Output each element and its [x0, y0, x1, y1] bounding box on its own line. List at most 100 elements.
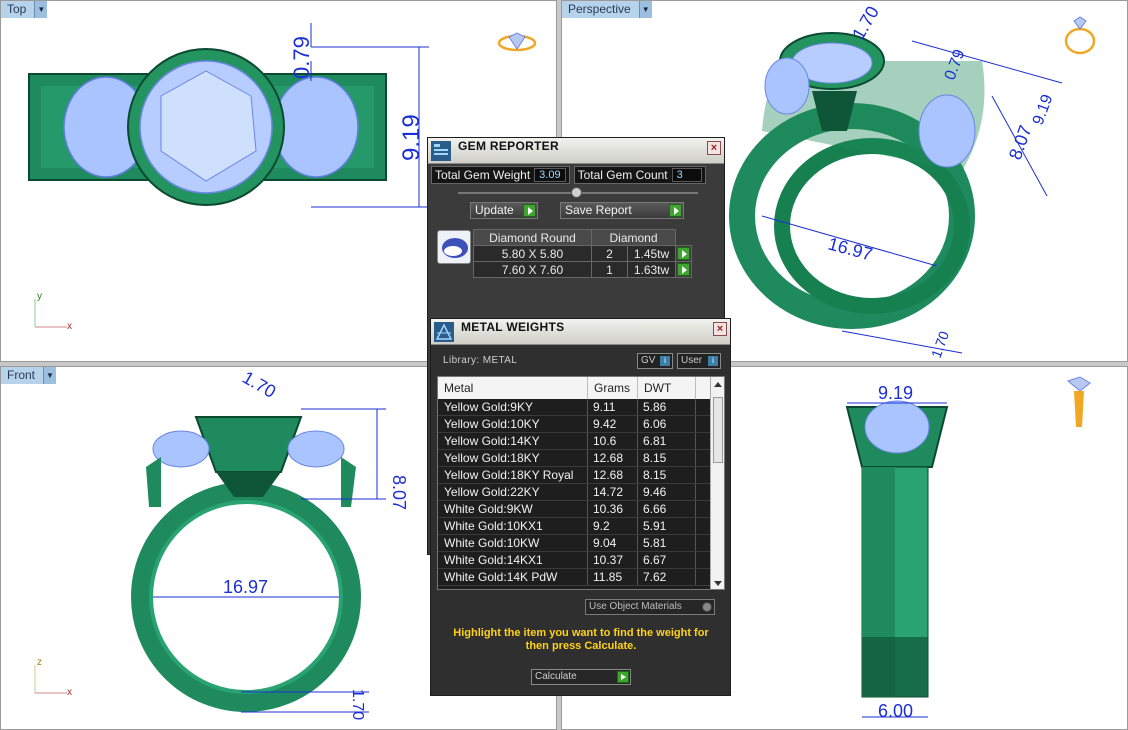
select-gem-button[interactable]: [675, 261, 692, 278]
use-object-materials-toggle[interactable]: Use Object Materials: [585, 599, 715, 615]
table-row[interactable]: Yellow Gold:14KY 10.6 6.81: [438, 433, 724, 450]
metal-list-scrollbar[interactable]: [710, 377, 724, 589]
metal-row-grams: 10.36: [588, 501, 638, 517]
metal-row-metal: White Gold:14K PdW: [438, 569, 588, 585]
play-arrow-icon: [677, 263, 690, 276]
metal-row-metal: Yellow Gold:14KY: [438, 433, 588, 449]
metal-weights-titlebar[interactable]: METAL WEIGHTS ×: [431, 319, 730, 345]
metal-row-grams: 9.04: [588, 535, 638, 551]
app-window: 0.79 9.19 y x Top ▼ 1.70 0.79 9.19 8.07 …: [0, 0, 1128, 730]
scroll-up-icon[interactable]: [714, 382, 722, 387]
total-gem-weight-label: Total Gem Weight: [435, 168, 531, 182]
metal-row-dwt: 6.67: [638, 552, 696, 568]
gem-reporter-titlebar[interactable]: GEM REPORTER ×: [428, 138, 724, 164]
user-toggle[interactable]: User i: [677, 353, 721, 369]
metal-row-grams: 14.72: [588, 484, 638, 500]
close-icon[interactable]: ×: [713, 322, 727, 336]
metal-row-metal: White Gold:10KX1: [438, 518, 588, 534]
play-arrow-icon: [523, 204, 536, 217]
info-icon: i: [660, 356, 670, 366]
info-icon: i: [708, 356, 718, 366]
metal-row-dwt: 6.81: [638, 433, 696, 449]
viewport-perspective-label: Perspective: [562, 1, 640, 18]
table-row[interactable]: Yellow Gold:18KY 12.68 8.15: [438, 450, 724, 467]
metal-row-metal: Yellow Gold:18KY: [438, 450, 588, 466]
top-dim-1: 9.19: [398, 114, 425, 161]
viewport-tab-front[interactable]: Front ▼: [1, 367, 57, 384]
persp-dim-5: 1.70: [928, 329, 952, 360]
total-gem-count: Total Gem Count 3: [573, 166, 706, 184]
metal-row-dwt: 6.66: [638, 501, 696, 517]
total-gem-weight: Total Gem Weight 3.09: [431, 166, 570, 184]
gem-weight: 1.45tw: [627, 245, 676, 262]
total-gem-count-label: Total Gem Count: [577, 168, 668, 182]
total-gem-weight-value: 3.09: [534, 168, 566, 182]
calculate-button[interactable]: Calculate: [531, 669, 631, 685]
gem-size: 7.60 X 7.60: [473, 261, 592, 278]
scroll-down-icon[interactable]: [714, 581, 722, 586]
metal-row-metal: Yellow Gold:18KY Royal: [438, 467, 588, 483]
grams-column-header[interactable]: Grams: [588, 377, 638, 399]
table-row[interactable]: White Gold:9KW 10.36 6.66: [438, 501, 724, 518]
dwt-column-header[interactable]: DWT: [638, 377, 696, 399]
chevron-down-icon[interactable]: ▼: [35, 1, 48, 18]
play-arrow-icon: [677, 247, 690, 260]
metal-weights-title: METAL WEIGHTS: [461, 320, 565, 334]
persp-dim-4: 16.97: [826, 234, 875, 265]
front-dim-0: 1.70: [239, 367, 279, 402]
table-row[interactable]: White Gold:10KX1 9.2 5.91: [438, 518, 724, 535]
chevron-down-icon[interactable]: ▼: [44, 367, 57, 384]
right-dim-1: 6.00: [878, 701, 913, 721]
save-report-button-label: Save Report: [565, 203, 632, 217]
metal-column-header[interactable]: Metal: [438, 377, 588, 399]
axis-x-label: x: [67, 321, 72, 332]
table-row[interactable]: 5.80 X 5.80 2 1.45tw: [473, 245, 692, 262]
metal-row-dwt: 5.81: [638, 535, 696, 551]
scrollbar-thumb[interactable]: [713, 397, 723, 463]
metal-row-dwt: 8.15: [638, 450, 696, 466]
viewport-tab-top[interactable]: Top ▼: [1, 1, 48, 18]
axis-x-label: x: [67, 687, 72, 698]
metal-row-metal: White Gold:14KX1: [438, 552, 588, 568]
top-view-ring-icon: [497, 32, 537, 52]
table-row[interactable]: White Gold:14K PdW 11.85 7.62: [438, 569, 724, 586]
metal-weights-list[interactable]: Metal Grams DWT Yellow Gold:9KY 9.11 5.86 Y…: [437, 376, 725, 590]
gem-size: 5.80 X 5.80: [473, 245, 592, 262]
persp-dim-0: 1.70: [848, 3, 883, 43]
metal-row-grams: 10.37: [588, 552, 638, 568]
metal-weights-icon: [434, 322, 454, 342]
gem-reporter-slider[interactable]: [458, 187, 698, 198]
calculate-button-label: Calculate: [535, 671, 577, 682]
table-row[interactable]: White Gold:14KX1 10.37 6.67: [438, 552, 724, 569]
close-icon[interactable]: ×: [707, 141, 721, 155]
diamond-round-icon: [437, 230, 471, 264]
gem-reporter-title: GEM REPORTER: [458, 139, 559, 153]
update-button[interactable]: Update: [470, 202, 538, 219]
viewport-tab-perspective[interactable]: Perspective ▼: [562, 1, 652, 18]
metal-weights-header: Metal Grams DWT: [438, 377, 724, 399]
gem-table-header-type: Diamond: [591, 229, 676, 246]
use-object-materials-label: Use Object Materials: [589, 601, 682, 612]
table-row[interactable]: Yellow Gold:9KY 9.11 5.86: [438, 399, 724, 416]
select-gem-button[interactable]: [675, 245, 692, 262]
metal-row-metal: Yellow Gold:10KY: [438, 416, 588, 432]
table-row[interactable]: White Gold:10KW 9.04 5.81: [438, 535, 724, 552]
gem-table-header-spacer: [675, 229, 692, 246]
metal-row-dwt: 8.15: [638, 467, 696, 483]
save-report-button[interactable]: Save Report: [560, 202, 684, 219]
axis-y-label: y: [37, 291, 42, 302]
table-row[interactable]: Yellow Gold:18KY Royal 12.68 8.15: [438, 467, 724, 484]
table-row[interactable]: Yellow Gold:10KY 9.42 6.06: [438, 416, 724, 433]
table-row[interactable]: Yellow Gold:22KY 14.72 9.46: [438, 484, 724, 501]
chevron-down-icon[interactable]: ▼: [639, 1, 652, 18]
viewport-front-label: Front: [1, 367, 45, 384]
slider-handle[interactable]: [571, 187, 582, 198]
gv-toggle[interactable]: GV i: [637, 353, 673, 369]
gem-table: Diamond Round Diamond 5.80 X 5.80 2 1.45…: [473, 229, 692, 278]
calculate-hint: Highlight the item you want to find the …: [453, 627, 709, 652]
update-button-label: Update: [475, 203, 514, 217]
table-row[interactable]: 7.60 X 7.60 1 1.63tw: [473, 261, 692, 278]
top-dim-0: 0.79: [289, 36, 314, 79]
gem-count: 1: [591, 261, 628, 278]
persp-dim-2: 9.19: [1030, 92, 1057, 127]
